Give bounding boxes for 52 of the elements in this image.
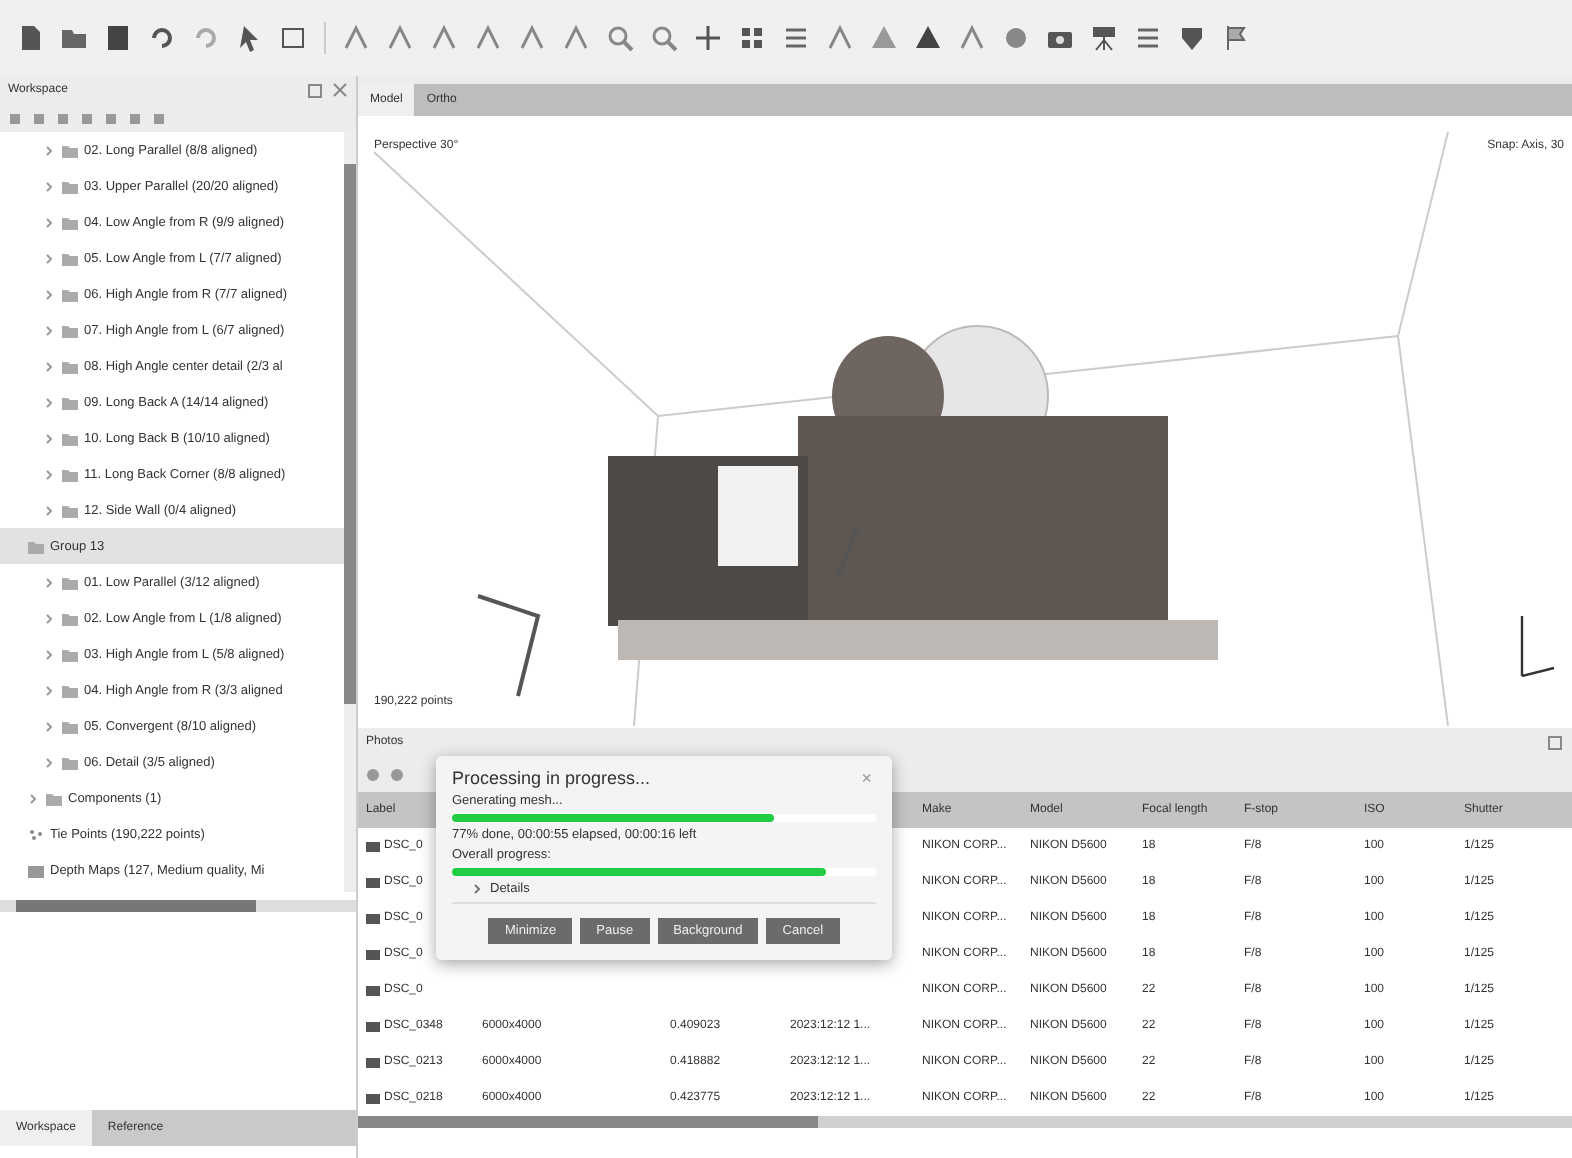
float-icon[interactable] (308, 82, 324, 98)
folder-icon (62, 143, 78, 157)
cursor-icon[interactable] (236, 24, 264, 52)
image-stack-icon (28, 863, 44, 877)
menu-icon[interactable] (1134, 24, 1162, 52)
save-icon[interactable] (104, 24, 132, 52)
list-icon[interactable] (782, 24, 810, 52)
folder-icon (62, 431, 78, 445)
scrollbar-thumb[interactable] (358, 1116, 818, 1128)
folder-icon (62, 755, 78, 769)
photo-icon (366, 983, 380, 997)
flag-icon[interactable] (1222, 24, 1250, 52)
scrollbar-thumb[interactable] (344, 164, 356, 704)
folder-icon (62, 251, 78, 265)
folder-icon (62, 467, 78, 481)
tripod-icon[interactable] (1090, 24, 1118, 52)
folder-icon (62, 359, 78, 373)
folder-icon[interactable] (60, 24, 88, 52)
scrollbar-thumb[interactable] (16, 900, 256, 912)
photo-icon (366, 1019, 380, 1033)
zoom-in-icon[interactable] (606, 24, 634, 52)
photo-icon (366, 839, 380, 853)
shield-icon[interactable] (1178, 24, 1206, 52)
photo-icon (366, 1091, 380, 1105)
photo-icon (366, 1055, 380, 1069)
folder-icon (62, 323, 78, 337)
folder-icon (62, 395, 78, 409)
zoom-out-icon[interactable] (650, 24, 678, 52)
photo-icon (366, 911, 380, 925)
float-icon[interactable] (1548, 734, 1564, 750)
folder-icon (62, 215, 78, 229)
document-icon[interactable] (16, 24, 44, 52)
move-icon[interactable] (694, 24, 722, 52)
folder-icon (28, 539, 44, 553)
points-icon (28, 827, 44, 841)
folder-icon (62, 647, 78, 661)
axes-icon (1520, 614, 1556, 678)
folder-icon (62, 683, 78, 697)
folder-icon (62, 611, 78, 625)
redo-icon[interactable] (192, 24, 220, 52)
folder-icon (46, 791, 62, 805)
photo-icon (366, 875, 380, 889)
undo-icon[interactable] (148, 24, 176, 52)
folder-icon (62, 503, 78, 517)
folder-icon (62, 287, 78, 301)
close-icon[interactable] (332, 82, 348, 98)
folder-icon (62, 719, 78, 733)
rect-select-icon[interactable] (280, 24, 308, 52)
folder-icon (62, 575, 78, 589)
folder-icon (62, 179, 78, 193)
photo-icon (366, 947, 380, 961)
dialog-title: Processing in progress... (452, 768, 651, 788)
